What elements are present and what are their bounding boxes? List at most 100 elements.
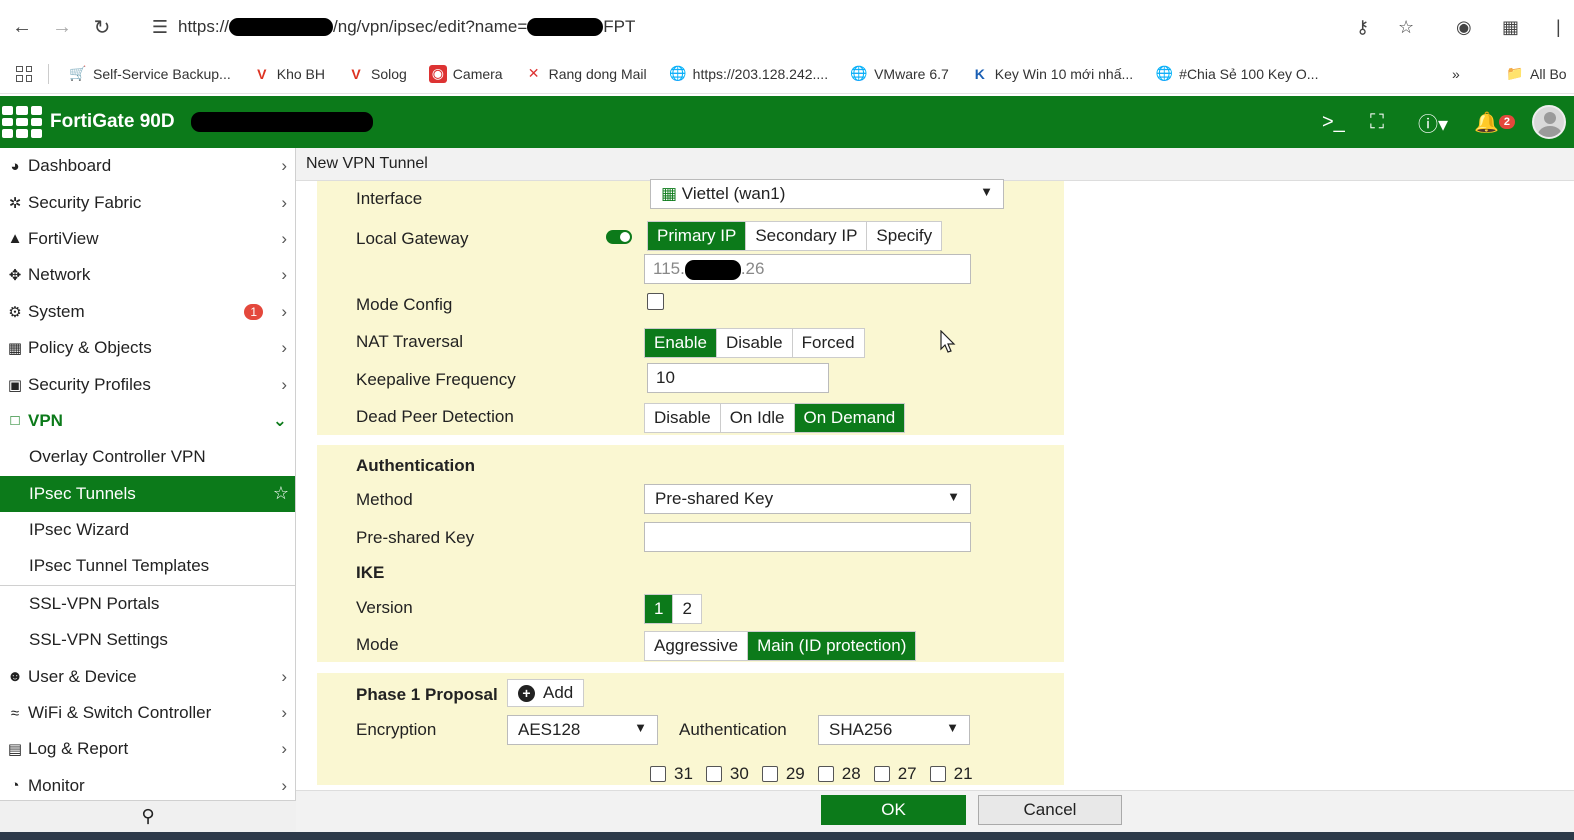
method-select[interactable]: Pre-shared Key ▼ <box>644 484 971 514</box>
local-gateway-ip-field[interactable]: 115. .26 <box>644 254 971 284</box>
main-mode-option[interactable]: Main (ID protection) <box>748 632 916 660</box>
sidebar-item-ipsec-wizard[interactable]: IPsec Wizard <box>0 512 295 548</box>
ike-version-2-option[interactable]: 2 <box>673 595 700 623</box>
sidebar-item-monitor[interactable]: ◔ Monitor › <box>0 768 295 804</box>
dpd-disable-option[interactable]: Disable <box>645 404 721 432</box>
interface-select[interactable]: ▦ Viettel (wan1) ▼ <box>650 179 1004 209</box>
mode-config-checkbox[interactable] <box>647 293 664 310</box>
chart-icon: ▲ <box>7 230 23 248</box>
sidebar-item-ssl-vpn-settings[interactable]: SSL-VPN Settings <box>0 622 295 658</box>
puzzle-icon[interactable]: ▦ <box>1502 9 1519 45</box>
apps-grid-icon[interactable] <box>16 65 32 82</box>
globe-icon: 🌐 <box>668 65 687 81</box>
add-proposal-button[interactable]: + Add <box>507 679 585 707</box>
all-bookmarks-button[interactable]: 📁 All Bo <box>1506 65 1566 83</box>
mouse-cursor-icon <box>940 330 956 353</box>
psk-input[interactable] <box>644 522 971 552</box>
sidebar-item-system[interactable]: ⚙ System 1 › <box>0 294 295 330</box>
sidebar-item-network[interactable]: ✥ Network › <box>0 257 295 293</box>
bookmark-item[interactable]: V Solog <box>347 65 406 83</box>
redacted-ip <box>684 259 741 280</box>
sidebar-item-security-profiles[interactable]: ▣ Security Profiles › <box>0 366 295 402</box>
specify-option[interactable]: Specify <box>867 222 941 250</box>
key-icon[interactable]: ⚷ <box>1356 9 1369 45</box>
favorite-star-icon[interactable]: ☆ <box>273 483 289 504</box>
help-icon[interactable]: ⓘ▾ <box>1418 96 1448 148</box>
nat-disable-option[interactable]: Disable <box>717 329 793 357</box>
url-prefix: https:// <box>178 17 230 36</box>
ok-button[interactable]: OK <box>821 795 966 825</box>
bookmark-item[interactable]: 🌐 #Chia Sẻ 100 Key O... <box>1155 65 1318 83</box>
ike-version-segmented: 1 2 <box>644 594 702 624</box>
sidebar-item-wifi-switch[interactable]: ≈ WiFi & Switch Controller › <box>0 695 295 731</box>
bookmark-item[interactable]: 🛒 Self-Service Backup... <box>69 65 230 83</box>
chevron-right-icon: › <box>281 156 287 176</box>
back-arrow-icon[interactable]: ← <box>2 7 42 47</box>
v-logo-icon: V <box>351 65 361 82</box>
authentication-section: Authentication Method Pre-shared Key ▼ P… <box>317 445 1064 662</box>
secondary-ip-option[interactable]: Secondary IP <box>746 222 868 250</box>
sidebar-item-ipsec-tunnel-templates[interactable]: IPsec Tunnel Templates <box>0 548 295 584</box>
user-menu[interactable] <box>1532 96 1566 148</box>
bookmark-item[interactable]: V Kho BH <box>253 65 325 83</box>
bookmark-item[interactable]: K Key Win 10 mới nhấ... <box>971 65 1133 83</box>
laptop-icon: □ <box>10 412 20 430</box>
dh-group-checkbox[interactable]: 21 <box>929 764 973 784</box>
notification-badge: 2 <box>1498 115 1516 129</box>
ike-version-1-option[interactable]: 1 <box>645 595 674 623</box>
keepalive-input[interactable]: 10 <box>647 363 829 393</box>
dh-group-checkbox[interactable]: 31 <box>650 764 693 784</box>
network-section: Interface ▦ Viettel (wan1) ▼ Local Gatew… <box>317 179 1064 435</box>
version-label: Version <box>356 598 413 617</box>
bookmark-item[interactable]: ✕ Rang dong Mail <box>525 65 647 83</box>
sidebar-item-ipsec-tunnels[interactable]: IPsec Tunnels ☆ <box>0 475 295 512</box>
cli-console-icon[interactable]: >_ <box>1322 96 1345 148</box>
avatar <box>1532 105 1566 139</box>
sidebar-item-policy-objects[interactable]: ▦ Policy & Objects › <box>0 330 295 366</box>
dpd-on-idle-option[interactable]: On Idle <box>721 404 795 432</box>
notifications-button[interactable]: 🔔 2 <box>1474 96 1516 148</box>
dh-group-checkbox[interactable]: 30 <box>705 764 749 784</box>
bookmark-item[interactable]: 🌐 https://203.128.242.... <box>669 65 828 83</box>
taskbar-strip <box>0 832 1574 840</box>
sidebar-item-user-device[interactable]: ☻ User & Device › <box>0 658 295 694</box>
star-icon[interactable]: ☆ <box>1398 9 1414 45</box>
address-bar[interactable]: ☰ https:// /ng/vpn/ipsec/edit?name= FPT <box>142 9 1442 45</box>
chevron-right-icon: › <box>281 775 287 795</box>
phase1-auth-select[interactable]: SHA256 ▼ <box>818 715 970 745</box>
sidebar-item-ssl-vpn-portals[interactable]: SSL-VPN Portals <box>0 586 295 622</box>
more-bookmarks-button[interactable]: » <box>1452 66 1460 82</box>
encryption-select[interactable]: AES128 ▼ <box>507 715 658 745</box>
sidebar-item-security-fabric[interactable]: ✲ Security Fabric › <box>0 184 295 220</box>
url-middle: /ng/vpn/ipsec/edit?name= <box>333 17 528 36</box>
sidebar-item-fortiview[interactable]: ▲ FortiView › <box>0 221 295 257</box>
sidebar-item-log-report[interactable]: ▤ Log & Report › <box>0 731 295 767</box>
caret-down-icon: ▼ <box>947 489 960 504</box>
sidebar-item-dashboard[interactable]: ◕ Dashboard › <box>0 148 295 184</box>
cancel-button[interactable]: Cancel <box>978 795 1122 825</box>
bookmark-item[interactable]: 🌐 VMware 6.7 <box>850 65 948 83</box>
plus-circle-icon: + <box>518 684 535 702</box>
sidebar-search[interactable]: ⚲ <box>0 800 296 832</box>
dh-group-checkbox[interactable]: 28 <box>817 764 861 784</box>
aggressive-mode-option[interactable]: Aggressive <box>645 632 749 660</box>
dh-group-checkbox[interactable]: 29 <box>761 764 805 784</box>
chevron-right-icon: › <box>281 228 287 248</box>
nat-enable-option[interactable]: Enable <box>645 329 717 357</box>
nat-forced-option[interactable]: Forced <box>793 329 864 357</box>
sidebar-item-vpn[interactable]: □ VPN ⌄ <box>0 403 295 439</box>
forward-arrow-icon[interactable]: → <box>42 7 82 47</box>
site-settings-icon[interactable]: ☰ <box>142 17 178 38</box>
reload-icon[interactable]: ↻ <box>82 7 122 47</box>
dpd-on-demand-option[interactable]: On Demand <box>794 404 905 432</box>
sidebar-item-overlay-controller-vpn[interactable]: Overlay Controller VPN <box>0 439 295 475</box>
caret-down-icon: ▼ <box>980 184 993 199</box>
k-logo-icon: K <box>974 65 985 82</box>
local-gateway-toggle[interactable] <box>606 230 632 244</box>
dh-group-checkbox[interactable]: 27 <box>873 764 917 784</box>
extension-e-icon[interactable]: ◉ <box>1456 9 1472 45</box>
bookmark-item[interactable]: ◉ Camera <box>428 64 503 83</box>
mail-icon: ✕ <box>527 65 540 81</box>
fullscreen-icon[interactable]: ⛶ <box>1370 96 1384 148</box>
primary-ip-option[interactable]: Primary IP <box>648 222 747 250</box>
